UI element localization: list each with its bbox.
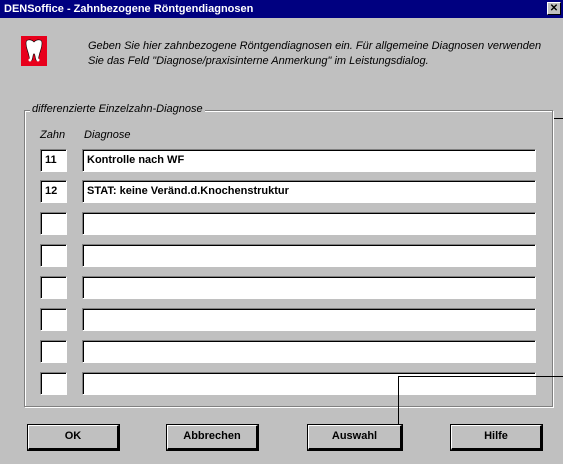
title-bar: DENSoffice - Zahnbezogene Röntgendiagnos… [0, 0, 563, 18]
window-title: DENSoffice - Zahnbezogene Röntgendiagnos… [4, 3, 254, 15]
diagnose-field[interactable] [82, 212, 536, 235]
zahn-field[interactable] [40, 244, 67, 267]
group-title: differenzierte Einzelzahn-Diagnose [30, 103, 205, 115]
zahn-field[interactable] [40, 372, 67, 395]
zahn-field[interactable] [40, 340, 67, 363]
ok-button[interactable]: OK [27, 424, 120, 451]
close-button[interactable]: ✕ [547, 2, 561, 15]
help-button[interactable]: Hilfe [450, 424, 543, 451]
callout-line [398, 376, 399, 428]
column-header-zahn: Zahn [40, 129, 66, 141]
zahn-field[interactable] [40, 308, 67, 331]
diagnose-field[interactable]: STAT: keine Veränd.d.Knochenstruktur [82, 180, 536, 203]
zahn-field[interactable]: 12 [40, 180, 67, 203]
zahn-field[interactable]: 11 [40, 149, 67, 172]
column-header-diagnose: Diagnose [84, 129, 131, 141]
info-text: Geben Sie hier zahnbezogene Röntgendiagn… [88, 40, 542, 67]
diagnose-field[interactable] [82, 308, 536, 331]
diagnose-field[interactable] [82, 244, 536, 267]
zahn-field[interactable] [40, 212, 67, 235]
tooth-icon [21, 36, 47, 66]
close-icon: ✕ [549, 3, 559, 14]
diagnose-field[interactable] [82, 340, 536, 363]
edge-line [553, 118, 563, 119]
select-button[interactable]: Auswahl [307, 424, 403, 451]
zahn-field[interactable] [40, 276, 67, 299]
callout-line [398, 376, 563, 377]
cancel-button[interactable]: Abbrechen [166, 424, 259, 451]
diagnose-field[interactable] [82, 276, 536, 299]
diagnose-field[interactable]: Kontrolle nach WF [82, 149, 536, 172]
